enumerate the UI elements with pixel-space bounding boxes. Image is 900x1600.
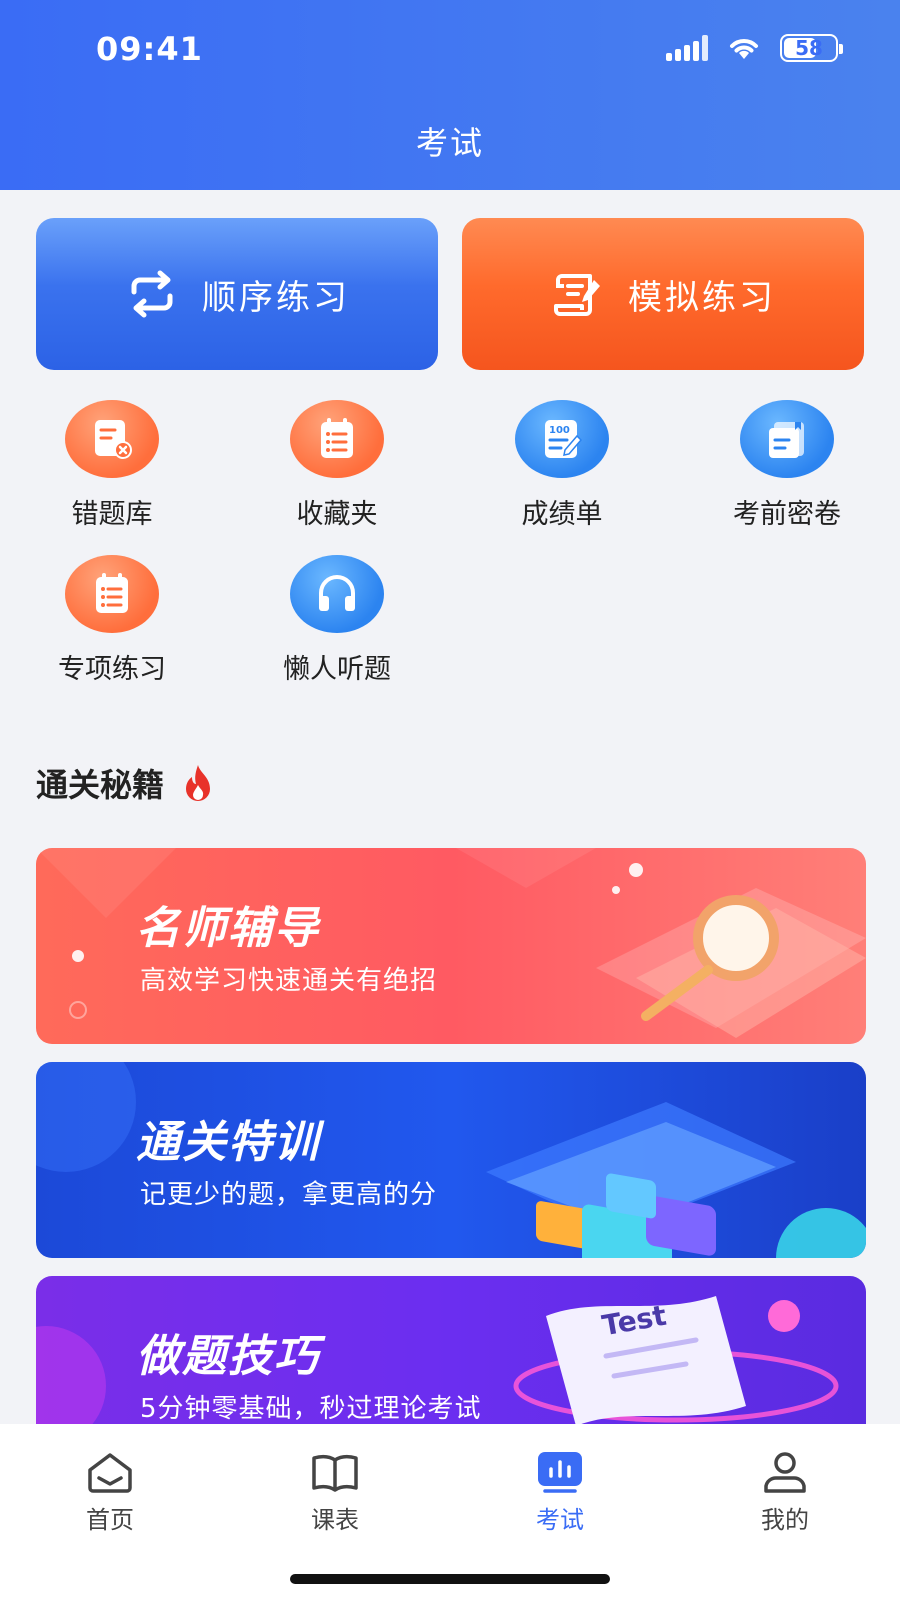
mock-practice-button[interactable]: 模拟练习 xyxy=(462,218,864,370)
wifi-icon xyxy=(730,39,758,59)
exam-chart-icon xyxy=(538,1452,582,1493)
banner-subtitle: 5分钟零基础，秒过理论考试 xyxy=(140,1394,482,1424)
battery-icon: 58 xyxy=(780,34,843,62)
banner-title: 做题技巧 xyxy=(132,1320,342,1384)
tab-exam[interactable]: 考试 xyxy=(500,1450,620,1535)
grid-item-label: 成绩单 xyxy=(521,499,603,530)
banner-title: 名师辅导 xyxy=(132,892,342,956)
banner-special-training[interactable]: 通关特训 记更少的题，拿更高的分 xyxy=(36,1062,866,1258)
scroll-pen-icon xyxy=(554,274,600,316)
banner-subtitle: 高效学习快速通关有绝招 xyxy=(140,966,438,996)
header-bar: 09:41 58 考试 xyxy=(0,0,900,190)
status-icons: 58 xyxy=(666,34,843,62)
section-title-text: 通关秘籍 xyxy=(36,766,165,804)
grid-item-secret-paper[interactable]: 考前密卷 xyxy=(697,400,877,540)
grid-item-score-report[interactable]: 100 成绩单 xyxy=(472,400,652,540)
score-report-icon: 100 xyxy=(515,400,609,478)
favorites-icon xyxy=(290,400,384,478)
status-time: 09:41 xyxy=(96,30,203,68)
grid-item-listen-questions[interactable]: 懒人听题 xyxy=(247,555,427,695)
grid-item-wrong-questions[interactable]: 错题库 xyxy=(22,400,202,540)
page-title: 考试 xyxy=(415,124,484,162)
banner-question-tips[interactable]: Test 做题技巧 5分钟零基础，秒过理论考试 xyxy=(36,1276,866,1446)
sequential-practice-label: 顺序练习 xyxy=(202,277,350,318)
fire-icon xyxy=(186,765,211,801)
cellular-signal-icon xyxy=(666,35,708,61)
tab-label: 我的 xyxy=(761,1506,809,1534)
headphones-icon xyxy=(290,555,384,633)
banner-subtitle: 记更少的题，拿更高的分 xyxy=(140,1180,438,1210)
grid-item-label: 懒人听题 xyxy=(283,654,391,685)
wrong-questions-icon xyxy=(65,400,159,478)
grid-item-favorites[interactable]: 收藏夹 xyxy=(247,400,427,540)
section-title: 通关秘籍 xyxy=(36,760,218,806)
sequential-practice-button[interactable]: 顺序练习 xyxy=(36,218,438,370)
svg-text:100: 100 xyxy=(549,425,570,436)
secret-paper-icon xyxy=(740,400,834,478)
grid-item-label: 错题库 xyxy=(71,499,153,530)
home-indicator[interactable] xyxy=(290,1574,610,1584)
banner-title: 通关特训 xyxy=(132,1106,342,1170)
mock-practice-label: 模拟练习 xyxy=(628,277,776,318)
grid-item-special-practice[interactable]: 专项练习 xyxy=(22,555,202,695)
tab-schedule[interactable]: 课表 xyxy=(275,1450,395,1535)
tab-label: 考试 xyxy=(536,1506,584,1534)
book-icon xyxy=(312,1454,358,1492)
grid-item-label: 收藏夹 xyxy=(296,499,378,530)
grid-item-label: 专项练习 xyxy=(58,654,166,685)
banner-tutoring[interactable]: 名师辅导 高效学习快速通关有绝招 xyxy=(36,848,866,1044)
tab-home[interactable]: 首页 xyxy=(50,1450,170,1535)
battery-level: 58 xyxy=(795,36,823,60)
grid-item-label: 考前密卷 xyxy=(733,499,841,530)
profile-icon xyxy=(764,1452,806,1493)
tab-label: 课表 xyxy=(311,1506,359,1534)
repeat-icon xyxy=(131,270,173,318)
special-practice-icon xyxy=(65,555,159,633)
tab-label: 首页 xyxy=(86,1506,134,1534)
tab-profile[interactable]: 我的 xyxy=(725,1450,845,1535)
home-icon xyxy=(88,1453,132,1493)
